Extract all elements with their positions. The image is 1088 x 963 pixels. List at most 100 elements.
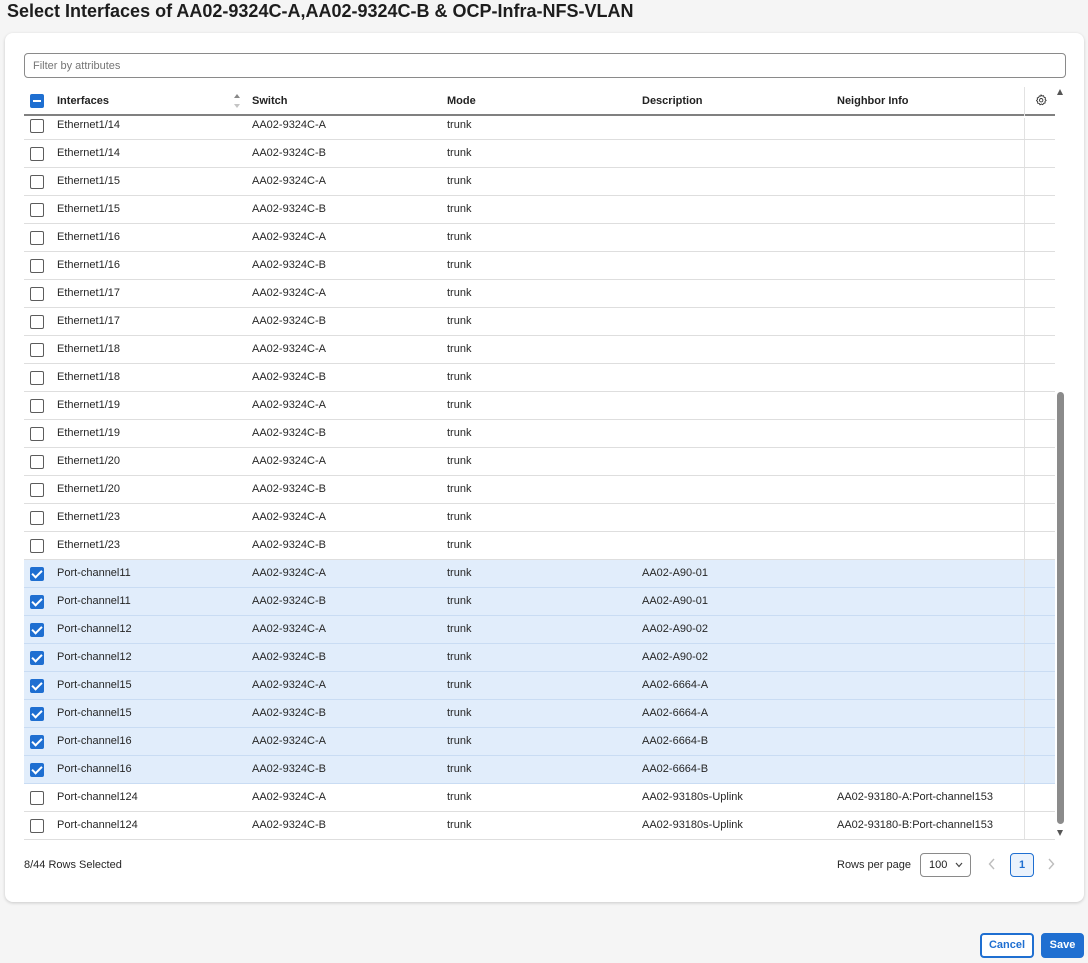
row-settings-cell [1024,560,1055,587]
filter-input[interactable] [24,53,1066,78]
table-row[interactable]: Port-channel12 AA02-9324C-B trunk AA02-A90-… [24,644,1055,672]
row-checkbox[interactable] [30,651,44,665]
cell-mode: trunk [447,119,472,131]
table-row[interactable]: Port-channel11 AA02-9324C-A trunk AA02-A90-… [24,560,1055,588]
cell-switch: AA02-9324C-B [252,427,326,439]
scroll-down-arrow[interactable] [1057,830,1063,836]
table-row[interactable]: Ethernet1/23 AA02-9324C-A trunk [24,504,1055,532]
save-button[interactable]: Save [1041,933,1084,958]
row-checkbox[interactable] [30,147,44,161]
row-checkbox[interactable] [30,399,44,413]
row-checkbox[interactable] [30,371,44,385]
cell-switch: AA02-9324C-A [252,511,326,523]
rows-per-page-label: Rows per page [837,859,911,871]
row-checkbox[interactable] [30,427,44,441]
cell-interface: Ethernet1/18 [57,371,120,383]
table-row[interactable]: Ethernet1/17 AA02-9324C-A trunk [24,280,1055,308]
chevron-right-icon[interactable] [1046,857,1056,871]
table-row[interactable]: Port-channel124 AA02-9324C-A trunk AA02-931… [24,784,1055,812]
row-checkbox[interactable] [30,287,44,301]
row-checkbox[interactable] [30,623,44,637]
table-row[interactable]: Ethernet1/19 AA02-9324C-B trunk [24,420,1055,448]
scroll-thumb[interactable] [1057,392,1064,824]
row-checkbox[interactable] [30,343,44,357]
scroll-up-arrow[interactable] [1057,89,1063,95]
table-row[interactable]: Ethernet1/14 AA02-9324C-B trunk [24,140,1055,168]
table-row[interactable]: Ethernet1/15 AA02-9324C-B trunk [24,196,1055,224]
row-checkbox[interactable] [30,763,44,777]
row-checkbox[interactable] [30,567,44,581]
row-checkbox[interactable] [30,819,44,833]
table-row[interactable]: Port-channel15 AA02-9324C-A trunk AA02-6664… [24,672,1055,700]
column-header-switch[interactable]: Switch [252,87,287,116]
cell-switch: AA02-9324C-A [252,455,326,467]
page-button-current[interactable]: 1 [1010,853,1034,877]
column-header-neighbor-info[interactable]: Neighbor Info [837,87,909,116]
row-checkbox[interactable] [30,119,44,133]
table-row[interactable]: Ethernet1/19 AA02-9324C-A trunk [24,392,1055,420]
cell-description: AA02-A90-02 [642,623,709,635]
cell-mode: trunk [447,819,472,831]
cell-neighbor-info: AA02-93180-A:Port-channel153 [837,791,993,803]
row-checkbox[interactable] [30,203,44,217]
column-header-description[interactable]: Description [642,87,703,116]
cell-mode: trunk [447,791,472,803]
row-checkbox[interactable] [30,539,44,553]
cell-interface: Port-channel16 [57,763,132,775]
row-checkbox[interactable] [30,231,44,245]
row-settings-cell [1024,118,1055,139]
row-settings-cell [1024,392,1055,419]
table-row[interactable]: Ethernet1/14 AA02-9324C-A trunk [24,118,1055,140]
table-row[interactable]: Ethernet1/20 AA02-9324C-B trunk [24,476,1055,504]
column-settings[interactable] [1024,87,1055,116]
cell-mode: trunk [447,763,472,775]
table-row[interactable]: Port-channel16 AA02-9324C-B trunk AA02-6664… [24,756,1055,784]
row-checkbox[interactable] [30,315,44,329]
row-checkbox[interactable] [30,511,44,525]
table-row[interactable]: Port-channel124 AA02-9324C-B trunk AA02-931… [24,812,1055,840]
cell-interface: Port-channel124 [57,819,138,831]
table-row[interactable]: Ethernet1/20 AA02-9324C-A trunk [24,448,1055,476]
table-scrollbar[interactable] [1056,87,1066,840]
cell-interface: Ethernet1/15 [57,175,120,187]
table-row[interactable]: Ethernet1/15 AA02-9324C-A trunk [24,168,1055,196]
cell-mode: trunk [447,315,472,327]
row-checkbox[interactable] [30,455,44,469]
cancel-button[interactable]: Cancel [980,933,1034,958]
cell-mode: trunk [447,707,472,719]
table-row[interactable]: Ethernet1/18 AA02-9324C-A trunk [24,336,1055,364]
row-settings-cell [1024,756,1055,783]
column-header-interfaces[interactable]: Interfaces [57,87,109,116]
row-checkbox[interactable] [30,595,44,609]
row-checkbox[interactable] [30,791,44,805]
row-checkbox[interactable] [30,735,44,749]
table-row[interactable]: Ethernet1/23 AA02-9324C-B trunk [24,532,1055,560]
table-row[interactable]: Ethernet1/17 AA02-9324C-B trunk [24,308,1055,336]
cell-interface: Ethernet1/14 [57,119,120,131]
select-all-checkbox[interactable] [30,94,44,108]
chevron-left-icon[interactable] [987,857,997,871]
table-row[interactable]: Port-channel15 AA02-9324C-B trunk AA02-6664… [24,700,1055,728]
row-settings-cell [1024,364,1055,391]
table-row[interactable]: Port-channel12 AA02-9324C-A trunk AA02-A90-… [24,616,1055,644]
row-settings-cell [1024,784,1055,811]
table-body[interactable]: Ethernet1/14 AA02-9324C-A trunk Ethernet1/1… [24,118,1055,840]
cell-interface: Port-channel11 [57,567,131,579]
sort-icon[interactable] [233,91,241,111]
row-checkbox[interactable] [30,175,44,189]
cell-interface: Ethernet1/20 [57,483,120,495]
table-row[interactable]: Port-channel11 AA02-9324C-B trunk AA02-A90-… [24,588,1055,616]
row-checkbox[interactable] [30,707,44,721]
rows-per-page-select[interactable]: 100 [920,853,971,877]
column-header-mode[interactable]: Mode [447,87,476,116]
table-row[interactable]: Ethernet1/18 AA02-9324C-B trunk [24,364,1055,392]
table-row[interactable]: Ethernet1/16 AA02-9324C-B trunk [24,252,1055,280]
row-checkbox[interactable] [30,483,44,497]
cell-switch: AA02-9324C-B [252,539,326,551]
table-row[interactable]: Port-channel16 AA02-9324C-A trunk AA02-6664… [24,728,1055,756]
row-settings-cell [1024,672,1055,699]
row-checkbox[interactable] [30,259,44,273]
gear-icon[interactable] [1035,94,1047,106]
row-checkbox[interactable] [30,679,44,693]
table-row[interactable]: Ethernet1/16 AA02-9324C-A trunk [24,224,1055,252]
